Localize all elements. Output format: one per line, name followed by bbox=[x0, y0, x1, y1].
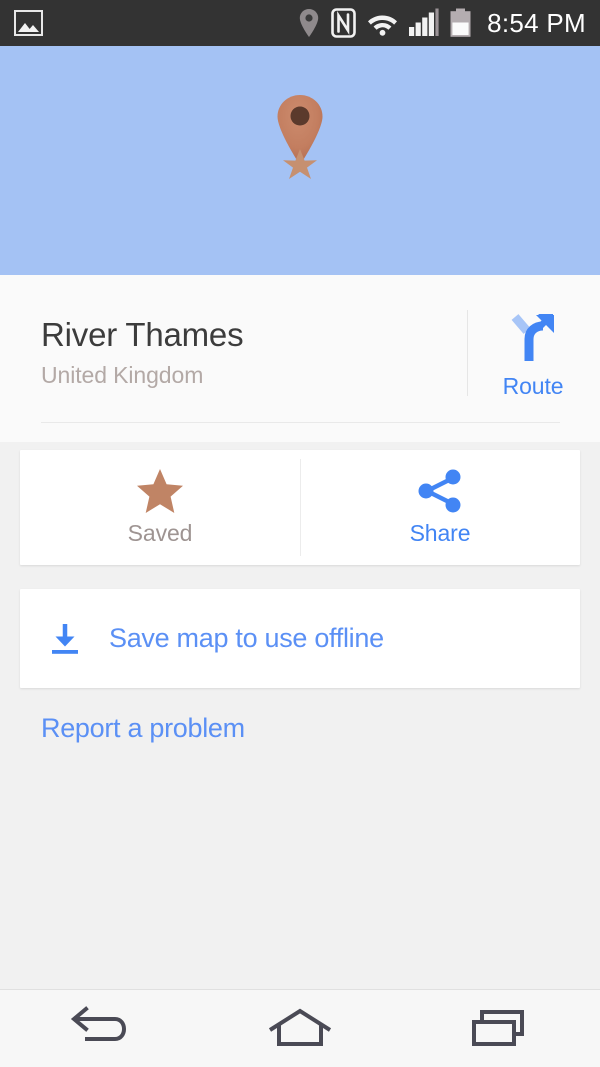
home-button[interactable] bbox=[200, 990, 400, 1067]
status-bar: 8:54 PM bbox=[0, 0, 600, 46]
cellular-signal-icon bbox=[409, 8, 439, 36]
share-button[interactable]: Share bbox=[300, 450, 580, 565]
status-bar-left-icons bbox=[14, 10, 43, 36]
download-icon bbox=[52, 623, 78, 654]
saved-button-label: Saved bbox=[127, 519, 193, 546]
map-pin-starred-icon[interactable] bbox=[270, 87, 330, 179]
route-button-label: Route bbox=[502, 373, 564, 399]
location-pin-icon bbox=[299, 9, 319, 37]
star-filled-icon bbox=[137, 468, 183, 513]
route-fork-arrow-icon bbox=[511, 314, 554, 361]
back-arrow-icon bbox=[70, 1005, 126, 1041]
share-button-label: Share bbox=[409, 519, 471, 546]
saved-button[interactable]: Saved bbox=[20, 450, 300, 565]
offline-card: Save map to use offline bbox=[20, 589, 580, 688]
status-bar-right-icons: 8:54 PM bbox=[298, 8, 586, 39]
map-canvas[interactable] bbox=[0, 46, 600, 275]
share-nodes-icon bbox=[418, 469, 461, 512]
screenshot-image-icon bbox=[14, 10, 43, 36]
home-icon bbox=[268, 1008, 332, 1046]
save-map-offline-button[interactable]: Save map to use offline bbox=[20, 589, 580, 688]
report-a-problem-link[interactable]: Report a problem bbox=[41, 713, 245, 744]
back-button[interactable] bbox=[0, 990, 200, 1067]
action-card: Saved Share bbox=[20, 450, 580, 565]
recents-icon bbox=[472, 1009, 524, 1046]
nfc-icon bbox=[331, 8, 356, 38]
route-divider bbox=[467, 310, 468, 396]
recents-button[interactable] bbox=[400, 990, 600, 1067]
status-bar-clock: 8:54 PM bbox=[487, 7, 586, 38]
place-subtitle: United Kingdom bbox=[41, 362, 204, 388]
header-bottom-divider bbox=[41, 422, 560, 423]
wifi-icon bbox=[368, 15, 398, 36]
battery-icon bbox=[450, 8, 471, 37]
system-navigation-bar bbox=[0, 989, 600, 1067]
phone-screen: 8:54 PM River Thames United Kingdom Rout… bbox=[0, 0, 600, 1067]
place-title: River Thames bbox=[41, 316, 244, 353]
route-button[interactable]: Route bbox=[478, 305, 588, 400]
save-map-offline-label: Save map to use offline bbox=[109, 623, 384, 653]
